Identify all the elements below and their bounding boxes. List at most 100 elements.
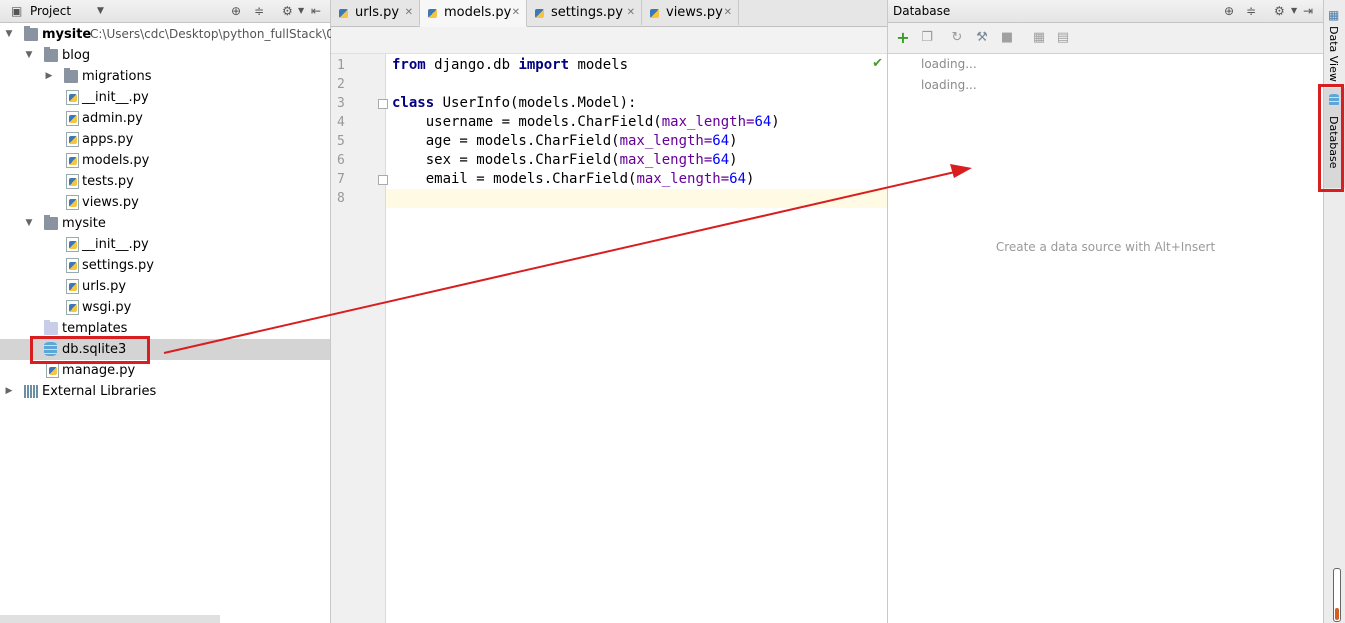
line-number: 6 — [337, 153, 345, 168]
console-icon[interactable]: ▤ — [1055, 30, 1071, 46]
python-file-icon — [649, 6, 660, 19]
database-toolbar: + ❐ ↻ ⚒ ■ ▦ ▤ — [888, 23, 1323, 54]
settings-dropdown-icon[interactable]: ▼ — [1291, 0, 1297, 22]
line-number-gutter: 1 2 3 4 5 6 7 8 — [331, 54, 388, 623]
line-number: 1 — [337, 58, 345, 73]
table-icon: ▦ — [1328, 8, 1340, 22]
code-text: email = models.CharField( — [392, 171, 637, 187]
tree-item-tests[interactable]: tests.py — [0, 171, 330, 192]
close-icon[interactable]: ✕ — [627, 0, 635, 25]
code-text: models — [569, 57, 629, 73]
tree-label: views.py — [82, 195, 139, 210]
tree-item-blog[interactable]: ▼ blog — [0, 45, 330, 66]
number-literal: 64 — [754, 114, 772, 130]
close-icon[interactable]: ✕ — [512, 0, 520, 25]
collapse-all-icon[interactable]: ≑ — [1246, 0, 1256, 22]
tab-data-view[interactable]: ▦ Data View — [1324, 8, 1345, 84]
scroll-from-source-icon[interactable]: ⊕ — [231, 0, 241, 22]
add-datasource-icon[interactable]: + — [895, 30, 911, 46]
tab-settings[interactable]: settings.py ✕ — [527, 0, 642, 25]
project-view-icon: ▣ — [11, 4, 23, 18]
tab-label: Data View — [1327, 26, 1340, 82]
tree-item-migrations[interactable]: ▶ migrations — [0, 66, 330, 87]
tree-item-mysite-init[interactable]: __init__.py — [0, 234, 330, 255]
python-file-icon — [66, 237, 79, 252]
tree-label: models.py — [82, 153, 150, 168]
memory-indicator-icon[interactable] — [1333, 568, 1341, 622]
line-number: 7 — [337, 172, 345, 187]
collapse-all-icon[interactable]: ≑ — [254, 0, 264, 22]
table-editor-icon[interactable]: ▦ — [1031, 30, 1047, 46]
expand-arrow-icon[interactable]: ▼ — [4, 24, 14, 45]
tree-item-apps[interactable]: apps.py — [0, 129, 330, 150]
tree-item-mysite-root[interactable]: ▼ mysite C:\Users\cdc\Desktop\python_ful… — [0, 24, 334, 45]
line-number: 3 — [337, 96, 345, 111]
tree-label: mysite — [62, 216, 106, 231]
tab-label: urls.py — [355, 5, 400, 20]
check-mark-icon: ✔ — [872, 56, 883, 71]
annotation-box-db-file — [30, 336, 150, 364]
scroll-from-source-icon[interactable]: ⊕ — [1224, 0, 1234, 22]
hide-panel-icon[interactable]: ⇤ — [311, 0, 321, 22]
tree-item-settings[interactable]: settings.py — [0, 255, 330, 276]
stop-icon[interactable]: ■ — [999, 30, 1015, 46]
folder-icon — [44, 47, 58, 62]
settings-gear-icon[interactable]: ⚙ — [1274, 0, 1285, 22]
current-line-highlight — [386, 189, 887, 208]
keyword: class — [392, 95, 435, 111]
tree-label: settings.py — [82, 258, 154, 273]
code-line-4: username = models.CharField(max_length=6… — [392, 113, 780, 132]
keyword: import — [518, 57, 570, 73]
tree-label: __init__.py — [82, 237, 149, 252]
number-literal: 64 — [729, 171, 747, 187]
tree-item-blog-init[interactable]: __init__.py — [0, 87, 330, 108]
close-icon[interactable]: ✕ — [405, 0, 413, 25]
tree-label: migrations — [82, 69, 152, 84]
line-number: 2 — [337, 77, 345, 92]
code-text: ) — [746, 171, 755, 187]
tree-label: tests.py — [82, 174, 134, 189]
settings-dropdown-icon[interactable]: ▼ — [298, 0, 304, 22]
copy-icon[interactable]: ❐ — [919, 30, 935, 46]
tree-item-models[interactable]: models.py — [0, 150, 330, 171]
view-dropdown-icon[interactable]: ▼ — [97, 0, 104, 22]
project-title[interactable]: Project — [30, 0, 71, 22]
param-name: max_length= — [636, 171, 730, 187]
tree-item-views[interactable]: views.py — [0, 192, 330, 213]
database-title: Database — [893, 4, 951, 18]
database-header: Database ⊕ ≑ ⚙ ▼ ⇥ — [888, 0, 1323, 23]
tree-item-wsgi[interactable]: wsgi.py — [0, 297, 330, 318]
project-header: ▣ Project ▼ ⊕ ≑ ⚙ ▼ ⇤ — [0, 0, 330, 23]
horizontal-scrollbar[interactable] — [0, 615, 220, 623]
keyword: from — [392, 57, 426, 73]
editor: urls.py ✕ models.py ✕ settings.py ✕ view… — [331, 0, 888, 623]
refresh-icon[interactable]: ↻ — [949, 30, 965, 46]
tree-item-urls[interactable]: urls.py — [0, 276, 330, 297]
tab-label: models.py — [444, 5, 512, 20]
expand-arrow-icon[interactable]: ▼ — [24, 45, 34, 66]
tree-item-mysite-package[interactable]: ▼ mysite — [0, 213, 330, 234]
code-text: sex = models.CharField( — [392, 152, 620, 168]
collapsed-arrow-icon[interactable]: ▶ — [4, 381, 14, 402]
code-text: django.db — [425, 57, 519, 73]
properties-icon[interactable]: ⚒ — [974, 30, 990, 46]
tab-models[interactable]: models.py ✕ — [420, 0, 527, 27]
close-icon[interactable]: ✕ — [724, 0, 732, 25]
code-line-7: email = models.CharField(max_length=64) — [392, 170, 755, 189]
code-text: username = models.CharField( — [392, 114, 662, 130]
tab-views[interactable]: views.py ✕ — [642, 0, 739, 25]
tree-item-admin[interactable]: admin.py — [0, 108, 330, 129]
tree-label: apps.py — [82, 132, 134, 147]
hide-panel-icon[interactable]: ⇥ — [1303, 0, 1313, 22]
collapsed-arrow-icon[interactable]: ▶ — [44, 66, 54, 87]
expand-arrow-icon[interactable]: ▼ — [24, 213, 34, 234]
templates-folder-icon — [44, 320, 58, 335]
param-name: max_length= — [619, 133, 713, 149]
folder-icon — [24, 26, 38, 41]
tree-label: blog — [62, 48, 91, 63]
code-area[interactable]: from django.db import models class UserI… — [386, 54, 887, 623]
tab-urls[interactable]: urls.py ✕ — [331, 0, 420, 25]
settings-gear-icon[interactable]: ⚙ — [282, 0, 293, 22]
libraries-icon — [24, 385, 38, 398]
tree-item-external-libraries[interactable]: ▶ External Libraries — [0, 381, 330, 402]
